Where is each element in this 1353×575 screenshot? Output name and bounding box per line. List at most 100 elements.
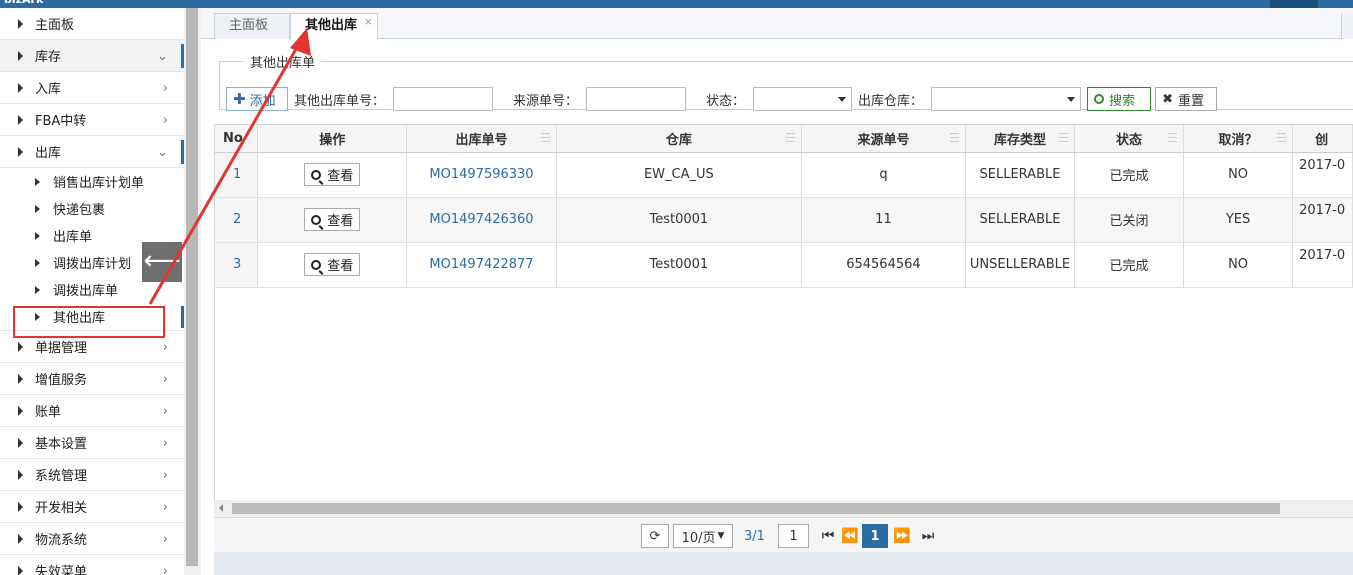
status-select[interactable]	[753, 87, 853, 111]
column-header-action[interactable]: 操作	[257, 125, 408, 153]
chevron-right-icon: ›	[162, 564, 168, 575]
last-page-button[interactable]: ⏭	[920, 524, 936, 548]
column-header-status[interactable]: 状态	[1074, 125, 1184, 153]
current-page-button[interactable]: 1	[862, 524, 888, 548]
column-header-label: 创	[1315, 132, 1329, 148]
last-page-icon: ⏭	[921, 528, 935, 544]
tab-label: 主面板	[229, 18, 269, 33]
sidebar-item-dashboard[interactable]: 主面板	[0, 8, 184, 40]
view-button[interactable]: 查看	[304, 208, 361, 231]
table-horizontal-scrollbar[interactable]	[214, 500, 1353, 517]
source-no-cell: 11	[801, 197, 966, 243]
sidebar-item-label: 基本设置	[35, 437, 88, 452]
view-button-label: 查看	[327, 214, 354, 229]
caret-right-icon	[18, 533, 23, 544]
next-page-button[interactable]: ⏩	[893, 524, 911, 548]
search-icon	[311, 169, 322, 180]
sort-icon[interactable]	[785, 133, 795, 142]
sort-icon[interactable]	[1167, 133, 1177, 142]
caret-right-icon	[35, 258, 40, 267]
tab-other-outbound[interactable]: 其他出库 ×	[290, 13, 378, 40]
order-no-link[interactable]: MO1497422877	[406, 242, 557, 288]
search-icon	[311, 259, 322, 270]
warehouse-select[interactable]	[931, 87, 1082, 111]
sidebar-item-development[interactable]: 开发相关 ›	[0, 491, 184, 523]
column-header-stock-type[interactable]: 库存类型	[965, 125, 1075, 153]
warehouse-cell: Test0001	[556, 242, 802, 288]
outbound-table: No 操作 出库单号 仓库 来源单号 库存类型 状态 取消？ 创 1 查看 MO…	[215, 125, 1353, 288]
order-no-link[interactable]: MO1497426360	[406, 197, 557, 243]
column-header-warehouse[interactable]: 仓库	[556, 125, 802, 153]
column-header-source-no[interactable]: 来源单号	[801, 125, 966, 153]
search-button[interactable]: 搜索	[1087, 87, 1152, 111]
chevron-right-icon: ›	[162, 372, 168, 387]
sidebar-item-label: 增值服务	[35, 373, 88, 388]
close-icon[interactable]: ×	[364, 10, 373, 34]
column-header-no[interactable]: No	[215, 125, 259, 153]
sidebar-item-basic-settings[interactable]: 基本设置 ›	[0, 427, 184, 459]
source-no-input[interactable]	[586, 87, 687, 111]
view-button[interactable]: 查看	[304, 253, 361, 276]
chevron-right-icon: ›	[162, 468, 168, 483]
refresh-button[interactable]: ⟳	[641, 524, 669, 548]
main-content: 主面板 其他出库 × 其他出库单 ✚ 添加 其他出库单号： 来源单号： 状态： 出库…	[201, 8, 1353, 575]
stock-type-cell: UNSELLERABLE	[965, 242, 1075, 288]
page-size-select[interactable]: 10/页 ▼	[673, 524, 733, 548]
rewind-icon: ⏪	[841, 528, 859, 544]
chevron-right-icon: ›	[162, 340, 168, 355]
order-no-link[interactable]: MO1497596330	[406, 152, 557, 198]
sidebar-item-fba-transfer[interactable]: FBA中转 ›	[0, 104, 184, 136]
sidebar-item-label: 物流系统	[35, 533, 88, 548]
column-header-created[interactable]: 创	[1292, 125, 1353, 153]
scrollbar-thumb[interactable]	[186, 8, 198, 566]
sidebar-subitem-label: 调拨出库计划	[53, 257, 132, 272]
data-grid: No 操作 出库单号 仓库 来源单号 库存类型 状态 取消？ 创 1 查看 MO…	[214, 124, 1353, 551]
warehouse-cell: EW_CA_US	[556, 152, 802, 198]
fast-forward-icon: ⏩	[893, 528, 911, 544]
column-header-cancel[interactable]: 取消？	[1183, 125, 1294, 153]
search-button-label: 搜索	[1109, 93, 1136, 109]
scroll-left-arrow-icon[interactable]	[219, 504, 223, 512]
reset-button[interactable]: ✖ 重置	[1155, 87, 1218, 111]
sidebar-subitem-label: 出库单	[53, 230, 93, 245]
sort-icon[interactable]	[949, 133, 959, 142]
view-button[interactable]: 查看	[304, 163, 361, 186]
warehouse-label: 出库仓库：	[858, 93, 924, 109]
sidebar-item-outbound[interactable]: 出库 ⌄	[0, 136, 184, 168]
order-no-input[interactable]	[393, 87, 494, 111]
first-page-icon: ⏮	[821, 528, 835, 544]
sidebar-subitem-express-parcel[interactable]: 快递包裹	[0, 195, 184, 222]
order-no-label: 其他出库单号：	[294, 93, 386, 109]
sidebar-item-logistics-system[interactable]: 物流系统 ›	[0, 523, 184, 555]
first-page-button[interactable]: ⏮	[820, 524, 836, 548]
collapse-sidebar-button[interactable]: ⟵	[142, 242, 182, 282]
column-header-order-no[interactable]: 出库单号	[406, 125, 557, 153]
sidebar-item-value-added-services[interactable]: 增值服务 ›	[0, 363, 184, 395]
sidebar-item-billing[interactable]: 账单 ›	[0, 395, 184, 427]
sort-icon[interactable]	[1277, 133, 1287, 142]
top-bar-button[interactable]	[1270, 0, 1318, 8]
footer-bar	[214, 552, 1353, 575]
tab-dashboard[interactable]: 主面板	[214, 13, 290, 39]
page-number-input[interactable]: 1	[778, 524, 809, 548]
sidebar-item-system-management[interactable]: 系统管理 ›	[0, 459, 184, 491]
page-info: 3/1	[744, 528, 765, 544]
sidebar-item-inbound[interactable]: 入库 ›	[0, 72, 184, 104]
sort-icon[interactable]	[540, 133, 550, 142]
sort-icon[interactable]	[1058, 133, 1068, 142]
scrollbar-thumb[interactable]	[232, 503, 1280, 514]
caret-down-icon: ▼	[717, 531, 725, 541]
sidebar-item-inventory[interactable]: 库存 ⌄	[0, 40, 184, 72]
sidebar-item-label: 系统管理	[35, 469, 88, 484]
sidebar-item-label: 单据管理	[35, 341, 88, 356]
sidebar-item-invalid-menu[interactable]: 失效菜单 ›	[0, 555, 184, 575]
sidebar-item-label: 库存	[35, 50, 62, 65]
source-no-label: 来源单号：	[513, 93, 579, 109]
refresh-icon: ⟳	[649, 528, 661, 544]
tab-scroll-button[interactable]	[1341, 13, 1353, 39]
previous-page-button[interactable]: ⏪	[841, 524, 859, 548]
add-button[interactable]: ✚ 添加	[226, 87, 288, 111]
sidebar-subitem-sales-outbound-plan[interactable]: 销售出库计划单	[0, 168, 184, 195]
sidebar-scrollbar[interactable]	[184, 8, 201, 575]
caret-right-icon	[18, 50, 23, 61]
